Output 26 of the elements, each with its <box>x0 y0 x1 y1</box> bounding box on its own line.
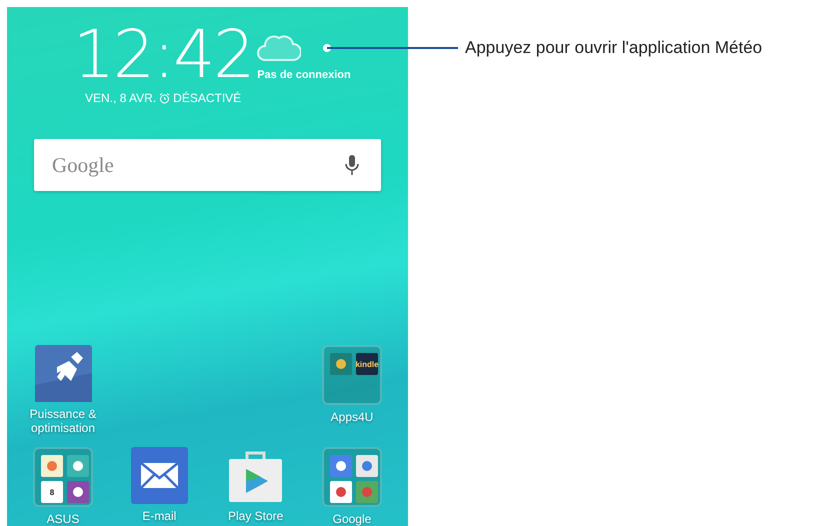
app-icon <box>330 481 352 503</box>
app-icon <box>67 455 89 477</box>
app-icon <box>67 481 89 503</box>
app-icon <box>330 353 352 375</box>
weather-status: Pas de connexion <box>257 69 351 81</box>
app-icon <box>41 455 63 477</box>
clock-time: 12:42 <box>73 21 254 89</box>
alarm-clock-icon <box>159 92 170 104</box>
alarm-status: DÉSACTIVÉ <box>173 91 242 105</box>
date-text: VEN., 8 AVR. <box>85 91 156 105</box>
app-logo-icon: kindle <box>356 353 378 375</box>
app-shortcut[interactable]: Google <box>304 447 400 526</box>
app-icon <box>330 455 352 477</box>
app-shortcut[interactable]: E-mail <box>111 447 208 526</box>
app-shortcut[interactable]: kindle Apps4U <box>304 345 400 435</box>
search-field[interactable]: Google <box>34 139 381 191</box>
app-shortcut[interactable]: Puissance & optimisation <box>15 345 111 435</box>
callout-text: Appuyez pour ouvrir l'application Météo <box>465 38 762 58</box>
broom-icon <box>34 345 92 402</box>
app-shortcut[interactable]: Play Store <box>208 447 304 526</box>
microphone-icon[interactable] <box>345 154 359 176</box>
app-shortcut[interactable]: 8 ASUS <box>15 447 111 526</box>
envelope-icon <box>130 447 188 504</box>
app-icon <box>356 481 378 503</box>
app-icon <box>356 455 378 477</box>
calendar-icon: 8 <box>41 481 63 503</box>
